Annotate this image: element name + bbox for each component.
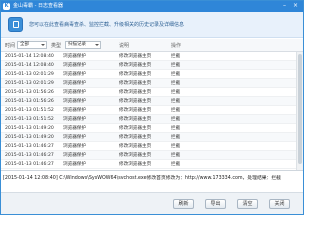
- table-row[interactable]: 2015-01-13 02:01:29 浏览器保护 修改浏览器主页 拦截: [1, 79, 303, 88]
- cell-action: 拦截: [171, 63, 181, 68]
- cell-action: 拦截: [171, 54, 181, 59]
- cell-action: 拦截: [171, 162, 181, 167]
- cell-description: 修改浏览器主页: [119, 108, 152, 113]
- app-logo-icon: K: [3, 3, 10, 10]
- detail-text: [2015-01-14 12:08:40] C:\Windows\SysWOW6…: [3, 176, 281, 181]
- cell-action: 拦截: [171, 108, 181, 113]
- close-button[interactable]: 关闭: [269, 199, 290, 209]
- title-bar: K 金山毒霸 - 日志查看器 – ×: [1, 1, 303, 12]
- table-row[interactable]: 2015-01-13 01:51:52 浏览器保护 修改浏览器主页 拦截: [1, 106, 303, 115]
- footer-bar: 刷新 导出 清空 关闭: [1, 192, 303, 214]
- cell-action: 拦截: [171, 81, 181, 86]
- cell-time: 2015-01-13 01:46:27: [5, 162, 54, 167]
- table-row[interactable]: 2015-01-13 01:49:20 浏览器保护 修改浏览器主页 拦截: [1, 124, 303, 133]
- cell-action: 拦截: [171, 153, 181, 158]
- cell-action: 拦截: [171, 99, 181, 104]
- banner-text: 您可以在此查看病毒查杀、监控拦截、升级相关的历史记录及详细信息: [29, 22, 185, 28]
- table-row[interactable]: 2015-01-14 12:08:40 浏览器保护 修改浏览器主页 拦截: [1, 61, 303, 70]
- cell-time: 2015-01-13 01:56:26: [5, 99, 54, 104]
- cell-action: 拦截: [171, 117, 181, 122]
- cell-type: 浏览器保护: [63, 63, 86, 68]
- cell-type: 浏览器保护: [63, 162, 86, 167]
- cell-action: 拦截: [171, 144, 181, 149]
- table-row[interactable]: 2015-01-13 01:46:27 浏览器保护 修改浏览器主页 拦截: [1, 142, 303, 151]
- refresh-button[interactable]: 刷新: [173, 199, 194, 209]
- chevron-down-icon: [95, 44, 99, 46]
- close-window-button[interactable]: ×: [291, 2, 300, 10]
- cell-description: 修改浏览器主页: [119, 117, 152, 122]
- vertical-scrollbar[interactable]: [296, 52, 303, 170]
- cell-description: 修改浏览器主页: [119, 54, 152, 59]
- column-header-description: 说明: [119, 43, 130, 49]
- filter-bar: 时间 全部 类型 扫描记录 说明 操作: [1, 39, 303, 52]
- table-row[interactable]: 2015-01-13 01:46:27 浏览器保护 修改浏览器主页 拦截: [1, 151, 303, 160]
- log-icon: [8, 17, 23, 32]
- cell-action: 拦截: [171, 126, 181, 131]
- log-viewer-window: K 金山毒霸 - 日志查看器 – × 您可以在此查看病毒查杀、监控拦截、升级相关…: [0, 0, 304, 215]
- cell-action: 拦截: [171, 72, 181, 77]
- cell-time: 2015-01-13 01:56:26: [5, 90, 54, 95]
- table-row[interactable]: 2015-01-13 01:56:26 浏览器保护 修改浏览器主页 拦截: [1, 97, 303, 106]
- cell-time: 2015-01-13 01:51:52: [5, 108, 54, 113]
- table-row[interactable]: 2015-01-13 02:01:29 浏览器保护 修改浏览器主页 拦截: [1, 70, 303, 79]
- cell-type: 浏览器保护: [63, 99, 86, 104]
- clear-button[interactable]: 清空: [237, 199, 258, 209]
- type-filter-select[interactable]: 扫描记录: [65, 41, 101, 49]
- cell-description: 修改浏览器主页: [119, 162, 152, 167]
- cell-type: 浏览器保护: [63, 117, 86, 122]
- cell-description: 修改浏览器主页: [119, 99, 152, 104]
- type-filter-value: 扫描记录: [68, 42, 86, 47]
- table-row[interactable]: 2015-01-13 01:51:52 浏览器保护 修改浏览器主页 拦截: [1, 115, 303, 124]
- cell-description: 修改浏览器主页: [119, 126, 152, 131]
- time-filter-select[interactable]: 全部: [17, 41, 47, 49]
- cell-time: 2015-01-13 01:49:20: [5, 135, 54, 140]
- table-row[interactable]: 2015-01-13 01:49:20 浏览器保护 修改浏览器主页 拦截: [1, 133, 303, 142]
- chevron-down-icon: [41, 44, 45, 46]
- cell-description: 修改浏览器主页: [119, 72, 152, 77]
- cell-type: 浏览器保护: [63, 81, 86, 86]
- cell-time: 2015-01-13 02:01:29: [5, 81, 54, 86]
- cell-type: 浏览器保护: [63, 153, 86, 158]
- cell-time: 2015-01-13 01:51:52: [5, 117, 54, 122]
- cell-description: 修改浏览器主页: [119, 135, 152, 140]
- window-title: 金山毒霸 - 日志查看器: [13, 3, 63, 9]
- cell-time: 2015-01-13 02:01:29: [5, 72, 54, 77]
- type-filter-label: 类型: [51, 43, 62, 49]
- cell-description: 修改浏览器主页: [119, 63, 152, 68]
- minimize-button[interactable]: –: [280, 2, 289, 10]
- cell-time: 2015-01-13 01:46:27: [5, 144, 54, 149]
- cell-description: 修改浏览器主页: [119, 81, 152, 86]
- cell-time: 2015-01-14 12:08:40: [5, 63, 54, 68]
- table-row[interactable]: 2015-01-14 12:08:40 浏览器保护 修改浏览器主页 拦截: [1, 52, 303, 61]
- table-row[interactable]: 2015-01-13 01:56:26 浏览器保护 修改浏览器主页 拦截: [1, 88, 303, 97]
- cell-type: 浏览器保护: [63, 108, 86, 113]
- cell-action: 拦截: [171, 90, 181, 95]
- cell-type: 浏览器保护: [63, 72, 86, 77]
- cell-time: 2015-01-14 12:08:40: [5, 54, 54, 59]
- cell-description: 修改浏览器主页: [119, 144, 152, 149]
- cell-type: 浏览器保护: [63, 90, 86, 95]
- cell-type: 浏览器保护: [63, 144, 86, 149]
- table-row[interactable]: 2015-01-13 01:46:27 浏览器保护 修改浏览器主页 拦截: [1, 160, 303, 169]
- detail-panel: [2015-01-14 12:08:40] C:\Windows\SysWOW6…: [1, 170, 303, 192]
- info-banner: 您可以在此查看病毒查杀、监控拦截、升级相关的历史记录及详细信息: [1, 12, 303, 38]
- export-button[interactable]: 导出: [205, 199, 226, 209]
- log-table: 2015-01-14 12:08:40 浏览器保护 修改浏览器主页 拦截 2015-01…: [1, 52, 303, 170]
- cell-type: 浏览器保护: [63, 135, 86, 140]
- cell-type: 浏览器保护: [63, 54, 86, 59]
- cell-description: 修改浏览器主页: [119, 153, 152, 158]
- column-header-action: 操作: [171, 43, 182, 49]
- cell-time: 2015-01-13 01:49:20: [5, 126, 54, 131]
- scrollbar-thumb[interactable]: [298, 54, 302, 164]
- cell-action: 拦截: [171, 135, 181, 140]
- cell-type: 浏览器保护: [63, 126, 86, 131]
- cell-time: 2015-01-13 01:46:27: [5, 153, 54, 158]
- time-filter-value: 全部: [20, 42, 29, 47]
- time-filter-label: 时间: [5, 43, 16, 49]
- cell-description: 修改浏览器主页: [119, 90, 152, 95]
